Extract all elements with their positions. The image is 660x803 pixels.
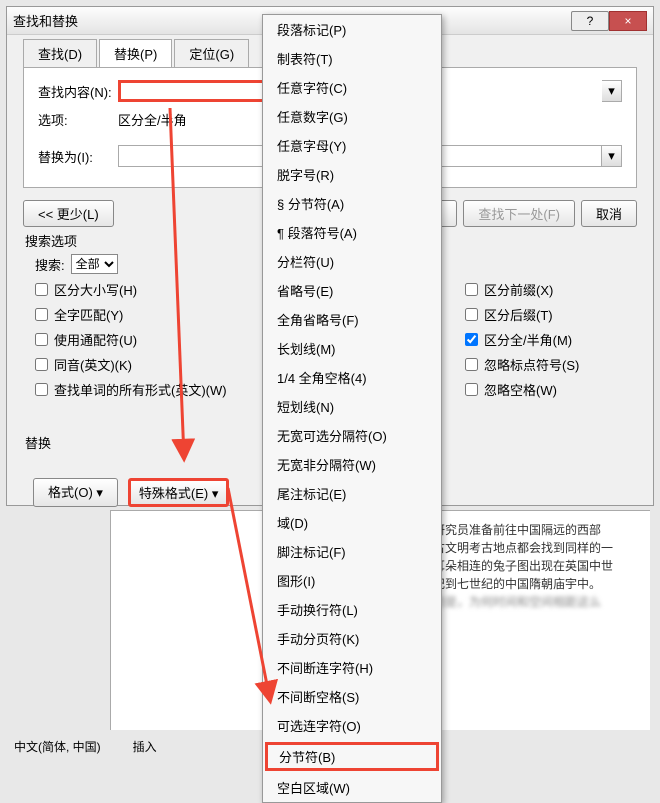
- menu-item[interactable]: 域(D): [263, 508, 441, 537]
- menu-item[interactable]: 尾注标记(E): [263, 479, 441, 508]
- tab-replace[interactable]: 替换(P): [99, 39, 172, 67]
- close-button[interactable]: ×: [609, 11, 647, 31]
- findwhat-label: 查找内容(N):: [38, 82, 118, 101]
- checkbox[interactable]: [35, 383, 48, 396]
- window-buttons: ? ×: [571, 11, 647, 31]
- checkbox-label: 忽略空格(W): [484, 380, 557, 399]
- menu-item[interactable]: 脚注标记(F): [263, 537, 441, 566]
- menu-item[interactable]: 短划线(N): [263, 392, 441, 421]
- checkbox-label: 使用通配符(U): [54, 330, 137, 349]
- menu-item[interactable]: ¶ 段落符号(A): [263, 218, 441, 247]
- right-check-column: 区分前缀(X) 区分后缀(T) 区分全/半角(M) 忽略标点符号(S) 忽略空格(W): [465, 280, 625, 399]
- checkbox[interactable]: [465, 358, 478, 371]
- search-direction-select[interactable]: 全部: [71, 254, 118, 274]
- checkbox-option[interactable]: 忽略标点符号(S): [465, 355, 625, 374]
- checkbox-option[interactable]: 查找单词的所有形式(英文)(W): [35, 380, 227, 399]
- checkbox-label: 区分大小写(H): [54, 280, 137, 299]
- menu-item[interactable]: 不间断连字符(H): [263, 653, 441, 682]
- doc-line: 个古文明考古地点都会找到同样的一: [421, 541, 613, 555]
- checkbox-label: 区分后缀(T): [484, 305, 553, 324]
- cancel-button[interactable]: 取消: [581, 200, 637, 227]
- status-bar: 中文(简体, 中国) 插入: [6, 736, 165, 757]
- menu-item[interactable]: 图形(I): [263, 566, 441, 595]
- menu-item[interactable]: 任意字母(Y): [263, 131, 441, 160]
- findwhat-dropdown[interactable]: ▾: [602, 80, 622, 102]
- menu-item[interactable]: 手动分页符(K): [263, 624, 441, 653]
- options-value: 区分全/半角: [118, 110, 187, 129]
- menu-item[interactable]: 1/4 全角空格(4): [263, 363, 441, 392]
- menu-item[interactable]: 任意数字(G): [263, 102, 441, 131]
- doc-line: 世纪到七世纪的中国隋朝庙宇中。: [421, 577, 601, 591]
- replacewith-label: 替换为(I):: [38, 147, 118, 166]
- left-check-column: 区分大小写(H) 全字匹配(Y) 使用通配符(U) 同音(英文)(K) 查找单词的所有形…: [35, 280, 227, 399]
- checkbox-option[interactable]: 区分后缀(T): [465, 305, 625, 324]
- menu-item[interactable]: 无宽可选分隔符(O): [263, 421, 441, 450]
- status-mode: 插入: [125, 736, 165, 757]
- tab-find[interactable]: 查找(D): [23, 39, 97, 67]
- checkbox-option[interactable]: 全字匹配(Y): [35, 305, 227, 324]
- menu-item[interactable]: 不间断空格(S): [263, 682, 441, 711]
- menu-item[interactable]: 无宽非分隔符(W): [263, 450, 441, 479]
- less-button[interactable]: << 更少(L): [23, 200, 114, 227]
- doc-line: 只耳朵相连的兔子图出现在英国中世: [421, 559, 613, 573]
- checkbox-option[interactable]: 使用通配符(U): [35, 330, 227, 349]
- menu-item[interactable]: 制表符(T): [263, 44, 441, 73]
- menu-item[interactable]: 全角省略号(F): [263, 305, 441, 334]
- checkbox[interactable]: [35, 283, 48, 296]
- checkbox-option[interactable]: 同音(英文)(K): [35, 355, 227, 374]
- checkbox-label: 忽略标点符号(S): [484, 355, 579, 374]
- menu-item[interactable]: 分节符(B): [265, 742, 439, 771]
- special-format-button[interactable]: 特殊格式(E) ▾: [128, 478, 229, 507]
- checkbox[interactable]: [465, 308, 478, 321]
- doc-line: 相研究员准备前往中国隔远的西部: [421, 523, 601, 537]
- checkbox-label: 区分全/半角(M): [484, 330, 572, 349]
- findnext-button[interactable]: 查找下一处(F): [463, 200, 575, 227]
- special-format-menu: 段落标记(P)制表符(T)任意字符(C)任意数字(G)任意字母(Y)脱字号(R)…: [262, 14, 442, 803]
- checkbox[interactable]: [465, 333, 478, 346]
- checkbox-option[interactable]: 区分大小写(H): [35, 280, 227, 299]
- status-language: 中文(简体, 中国): [6, 736, 109, 757]
- checkbox[interactable]: [35, 308, 48, 321]
- checkbox-label: 全字匹配(Y): [54, 305, 123, 324]
- options-label: 选项:: [38, 110, 118, 129]
- checkbox-option[interactable]: 忽略空格(W): [465, 380, 625, 399]
- checkbox[interactable]: [465, 283, 478, 296]
- menu-item[interactable]: § 分节符(A): [263, 189, 441, 218]
- menu-item[interactable]: 手动换行符(L): [263, 595, 441, 624]
- menu-item[interactable]: 长划线(M): [263, 334, 441, 363]
- menu-item[interactable]: 空白区域(W): [263, 773, 441, 802]
- doc-line: 感的是，为何时间和空间相距这么: [421, 595, 601, 609]
- menu-item[interactable]: 任意字符(C): [263, 73, 441, 102]
- search-direction-label: 搜索:: [35, 255, 65, 274]
- format-button[interactable]: 格式(O) ▾: [33, 478, 118, 507]
- checkbox-label: 查找单词的所有形式(英文)(W): [54, 380, 227, 399]
- menu-item[interactable]: 段落标记(P): [263, 15, 441, 44]
- tab-goto[interactable]: 定位(G): [174, 39, 249, 67]
- checkbox-label: 同音(英文)(K): [54, 355, 132, 374]
- checkbox[interactable]: [35, 333, 48, 346]
- checkbox-option[interactable]: 区分前缀(X): [465, 280, 625, 299]
- menu-item[interactable]: 分栏符(U): [263, 247, 441, 276]
- checkbox-option[interactable]: 区分全/半角(M): [465, 330, 625, 349]
- menu-item[interactable]: 脱字号(R): [263, 160, 441, 189]
- menu-item[interactable]: 可选连字符(O): [263, 711, 441, 740]
- checkbox[interactable]: [465, 383, 478, 396]
- checkbox[interactable]: [35, 358, 48, 371]
- menu-item[interactable]: 省略号(E): [263, 276, 441, 305]
- help-button[interactable]: ?: [571, 11, 609, 31]
- checkbox-label: 区分前缀(X): [484, 280, 553, 299]
- replacewith-dropdown[interactable]: ▾: [602, 145, 622, 167]
